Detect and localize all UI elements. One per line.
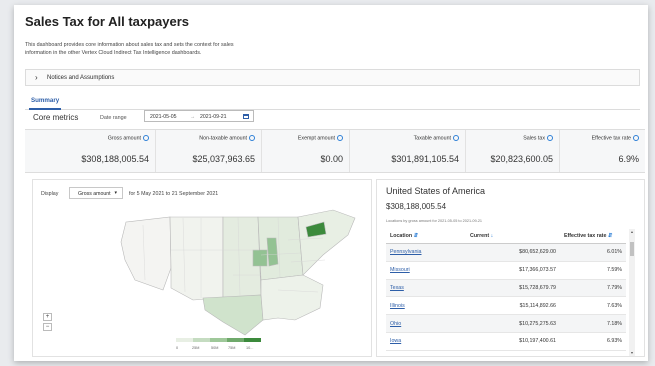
rate-value: 7.79% [560, 279, 626, 298]
intro-line-1: This dashboard provides core information… [25, 42, 234, 48]
metric-value: $301,891,105.54 [391, 154, 459, 164]
table-row: Illinois $15,114,892.66 7.63% [386, 296, 626, 316]
metric-exempt: Exempt amount $0.00 [262, 130, 350, 172]
metric-effective-rate: Effective tax rate 6.9% [560, 130, 645, 172]
table-row: Missouri $17,366,073.57 7.59% [386, 261, 626, 280]
location-table: Location ⇵ Current ↓ Effective tax rate … [386, 229, 626, 351]
zoom-in-button[interactable]: + [43, 313, 52, 321]
sort-desc-icon[interactable]: ↓ [491, 233, 494, 239]
rate-value: 6.93% [560, 332, 626, 351]
rate-value: 7.59% [560, 261, 626, 280]
chevron-right-icon: › [35, 73, 38, 82]
column-header-rate[interactable]: Effective tax rate ⇵ [560, 229, 626, 244]
location-link[interactable]: Missouri [386, 261, 466, 280]
current-value: $80,652,629.00 [466, 243, 560, 262]
page-title: Sales Tax for All taxpayers [25, 14, 190, 29]
metric-value: $308,188,005.54 [81, 154, 149, 164]
location-link[interactable]: Iowa [386, 332, 466, 351]
metric-value: $0.00 [320, 154, 343, 164]
zoom-out-button[interactable]: − [43, 323, 52, 331]
metric-label: Effective tax rate [591, 135, 631, 142]
info-icon[interactable] [143, 135, 149, 141]
metrics-row: Gross amount $308,188,005.54 Non-taxable… [25, 129, 645, 173]
column-header-current[interactable]: Current ↓ [466, 229, 560, 244]
sort-icon[interactable]: ⇵ [414, 233, 418, 239]
metric-gross: Gross amount $308,188,005.54 [25, 130, 156, 172]
legend-tick: 10... [246, 346, 254, 350]
metric-label: Sales tax [523, 135, 545, 142]
metric-label: Non-taxable amount [199, 135, 247, 142]
tab-summary[interactable]: Summary [29, 95, 62, 110]
date-separator: → [190, 114, 196, 120]
region-total: $308,188,005.54 [386, 202, 447, 211]
intro-text: This dashboard provides core information… [25, 42, 287, 57]
metric-value: 6.9% [618, 154, 639, 164]
intro-line-2: information in the other Vertex Cloud In… [25, 49, 202, 56]
metric-taxable: Taxable amount $301,891,105.54 [350, 130, 466, 172]
map-region-texas[interactable] [202, 294, 264, 336]
table-row: Ohio $10,275,275.63 7.18% [386, 314, 626, 333]
info-icon[interactable] [633, 135, 639, 141]
table-row: Pennsylvania $80,652,629.00 6.01% [386, 243, 626, 262]
column-header-location[interactable]: Location ⇵ [386, 229, 466, 244]
location-link[interactable]: Pennsylvania [386, 243, 466, 262]
rate-value: 7.18% [560, 314, 626, 333]
map-region-missouri[interactable] [252, 249, 268, 267]
scroll-up-icon[interactable]: ▲ [629, 230, 635, 234]
us-map[interactable] [33, 180, 373, 358]
map-legend [176, 338, 261, 342]
calendar-icon[interactable] [243, 114, 249, 119]
metric-value: $20,823,600.05 [490, 154, 553, 164]
info-icon[interactable] [337, 135, 343, 141]
date-to[interactable]: 2021-09-21 [200, 114, 227, 120]
sort-icon[interactable]: ⇵ [608, 233, 612, 239]
scroll-down-icon[interactable]: ▼ [629, 351, 635, 355]
info-icon[interactable] [547, 135, 553, 141]
location-link[interactable]: Ohio [386, 314, 466, 333]
metric-sales-tax: Sales tax $20,823,600.05 [466, 130, 560, 172]
location-link[interactable]: Illinois [386, 296, 466, 316]
table-scrollbar[interactable]: ▲ ▼ [629, 229, 635, 356]
map-panel: Display Gross amount ▾ for 5 May 2021 to… [32, 179, 372, 357]
map-region-illinois[interactable] [266, 237, 279, 267]
current-value: $10,275,275.63 [466, 314, 560, 333]
metric-label: Taxable amount [413, 135, 451, 142]
map-region-west[interactable] [120, 216, 172, 291]
current-value: $17,366,073.57 [466, 261, 560, 280]
notices-expander[interactable]: › Notices and Assumptions [25, 69, 640, 86]
scroll-thumb[interactable] [630, 242, 634, 256]
current-value: $15,114,892.66 [466, 296, 560, 316]
current-value: $10,197,400.61 [466, 332, 560, 351]
legend-tick: 50M [211, 346, 219, 350]
current-value: $15,728,679.79 [466, 279, 560, 298]
metric-value: $25,037,963.65 [192, 154, 255, 164]
table-row: Texas $15,728,679.79 7.79% [386, 279, 626, 298]
legend-tick: 25M [192, 346, 200, 350]
region-title: United States of America [386, 186, 486, 196]
region-note: Locations by gross amount for 2021-05-05… [386, 219, 483, 223]
metric-non-taxable: Non-taxable amount $25,037,963.65 [156, 130, 262, 172]
map-region-mountain[interactable] [169, 216, 224, 301]
table-row: Iowa $10,197,400.61 6.93% [386, 332, 626, 351]
legend-tick: 75M [228, 346, 236, 350]
location-panel: United States of America $308,188,005.54… [376, 179, 645, 357]
dashboard-window: Sales Tax for All taxpayers This dashboa… [14, 5, 648, 361]
map-region-south[interactable] [260, 274, 324, 321]
date-from[interactable]: 2021-05-05 [150, 114, 177, 120]
tab-bar: Summary [25, 91, 640, 110]
core-metrics-title: Core metrics [33, 113, 79, 122]
rate-value: 7.63% [560, 296, 626, 316]
info-icon[interactable] [453, 135, 459, 141]
map-region-northeast[interactable] [297, 209, 356, 276]
info-icon[interactable] [249, 135, 255, 141]
notices-label: Notices and Assumptions [47, 74, 115, 81]
metric-label: Exempt amount [297, 135, 335, 142]
map-region-midwest[interactable] [257, 216, 304, 281]
date-range-label: Date range [100, 115, 127, 121]
legend-tick: 0 [176, 346, 179, 350]
rate-value: 6.01% [560, 243, 626, 262]
location-link[interactable]: Texas [386, 279, 466, 298]
metric-label: Gross amount [107, 135, 141, 142]
date-range-picker[interactable]: 2021-05-05 → 2021-09-21 [144, 110, 254, 122]
